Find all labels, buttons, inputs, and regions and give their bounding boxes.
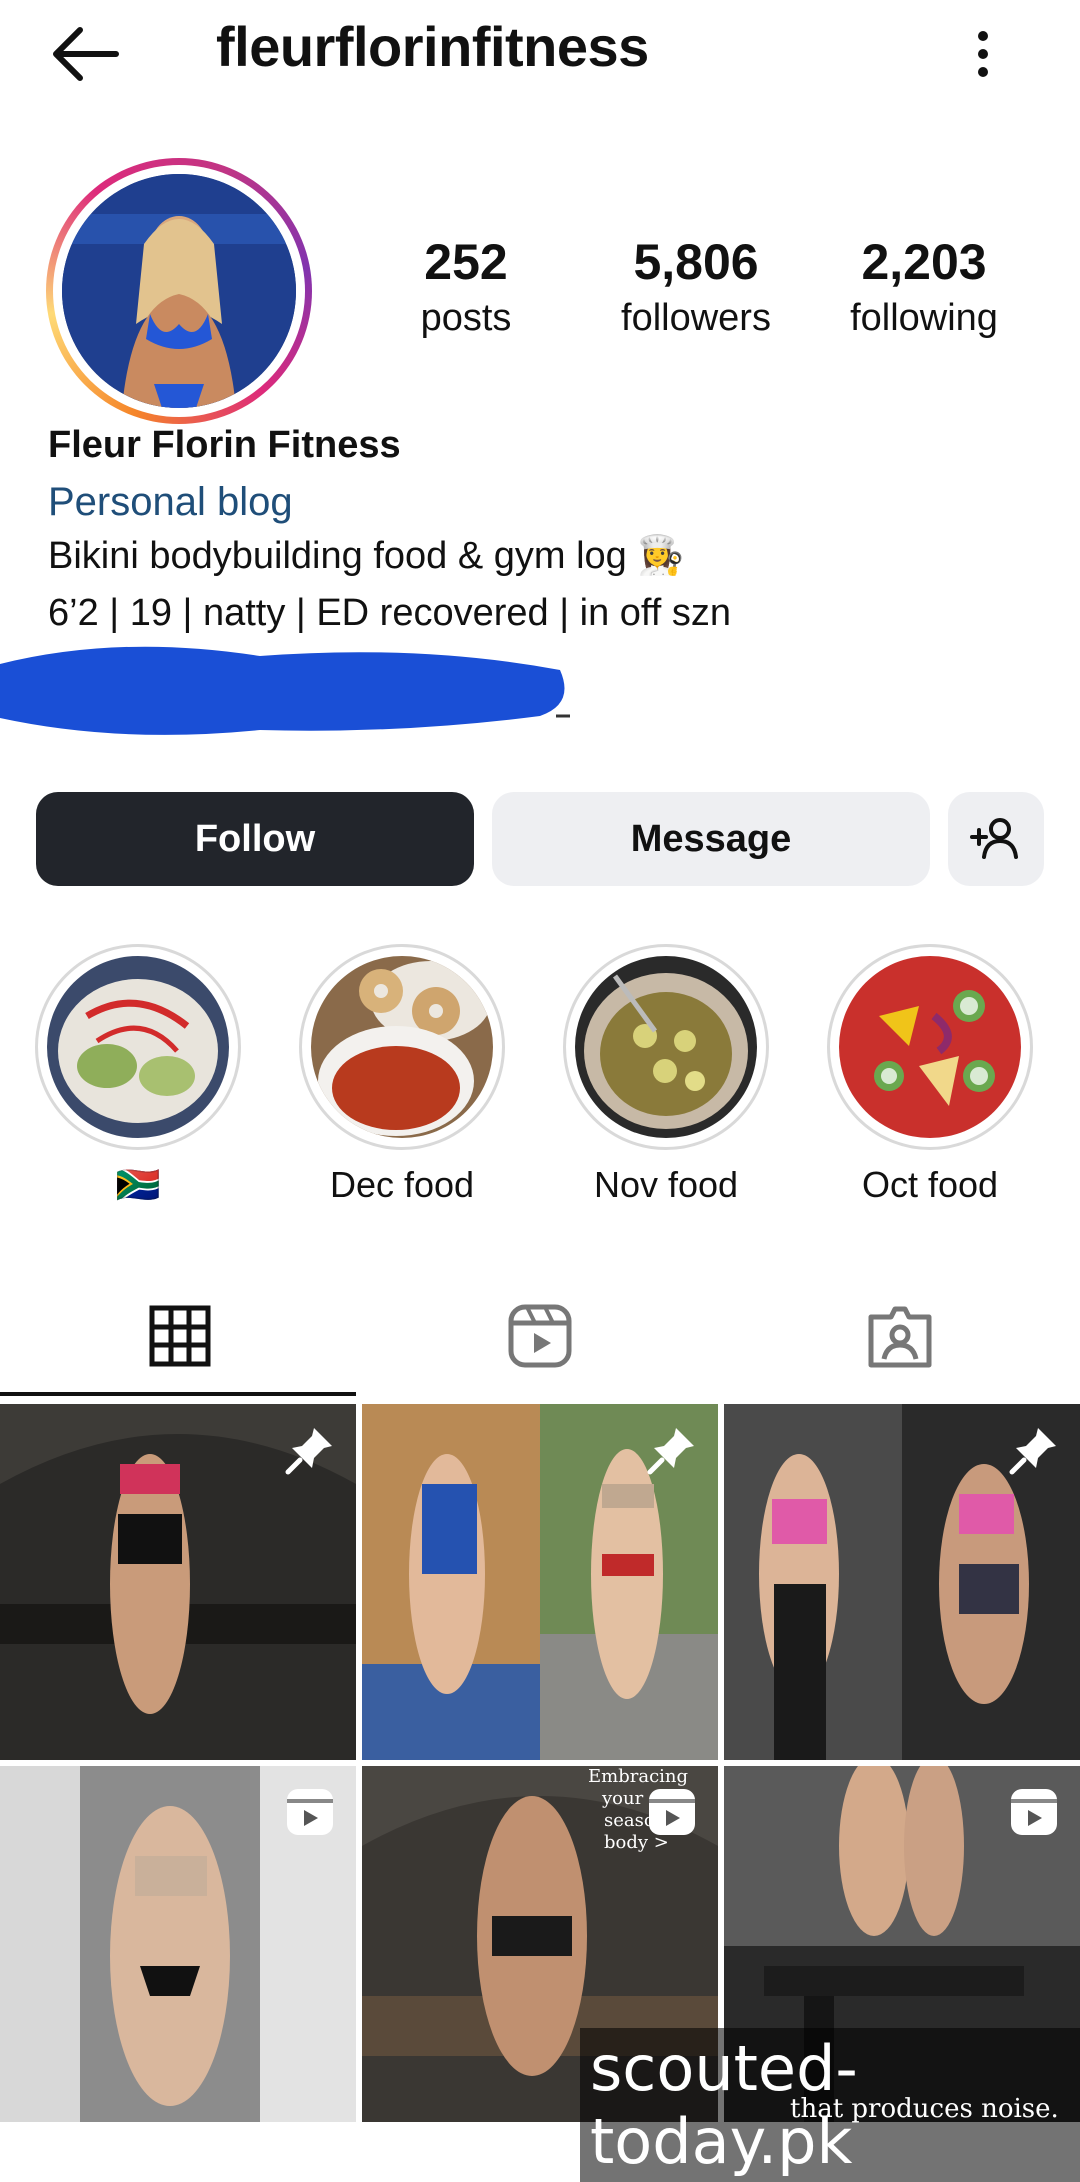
highlight-cover <box>839 956 1021 1138</box>
post-thumbnail[interactable] <box>0 1766 356 2122</box>
reels-icon <box>1011 1789 1057 1835</box>
message-button[interactable]: Message <box>492 792 930 886</box>
stat-followers-label: followers <box>621 297 771 339</box>
pin-icon <box>1009 1428 1056 1475</box>
tagged-icon <box>868 1306 932 1368</box>
profile-category: Personal blog <box>48 480 293 524</box>
avatar-photo <box>62 174 296 408</box>
stat-followers[interactable]: 5,806 followers <box>586 232 806 344</box>
arrow-left-icon[interactable] <box>46 24 126 84</box>
profile-bio-line-2: 6’2 | 19 | natty | ED recovered | in off… <box>48 592 732 634</box>
stat-followers-count: 5,806 <box>633 234 759 290</box>
profile-avatar[interactable] <box>46 158 312 424</box>
stat-posts-count: 252 <box>424 234 508 290</box>
post-caption-fragment: that produces noise. <box>790 2094 1059 2124</box>
post-thumbnail[interactable] <box>362 1404 718 1760</box>
pin-icon <box>647 1428 694 1475</box>
suggested-users-button[interactable] <box>948 792 1044 886</box>
grid-icon <box>149 1305 211 1367</box>
highlight-label: Dec food <box>329 1164 475 1205</box>
stat-posts-label: posts <box>420 297 512 339</box>
tab-reels[interactable] <box>360 1276 720 1396</box>
reels-icon <box>287 1789 333 1835</box>
profile-header: fleurflorinfitness <box>0 0 1080 110</box>
highlight-label: Oct food <box>861 1164 999 1205</box>
highlight-cover <box>575 956 757 1138</box>
profile-tabs <box>0 1276 1080 1396</box>
follow-button[interactable]: Follow <box>36 792 474 886</box>
highlight-cover <box>47 956 229 1138</box>
post-thumbnail[interactable] <box>724 1404 1080 1760</box>
profile-bio-line-1: Bikini bodybuilding food & gym log 👩‍🍳 <box>48 535 685 577</box>
highlight-item[interactable]: Nov food <box>563 944 769 1206</box>
post-thumbnail[interactable] <box>0 1404 356 1760</box>
profile-username: fleurflorinfitness <box>216 15 649 78</box>
reels-icon <box>649 1789 695 1835</box>
profile-display-name: Fleur Florin Fitness <box>48 424 401 466</box>
stat-following-count: 2,203 <box>861 234 987 290</box>
stat-following[interactable]: 2,203 following <box>814 232 1034 344</box>
highlight-item[interactable]: Dec food <box>299 944 505 1206</box>
reels-icon <box>508 1304 572 1368</box>
stat-following-label: following <box>850 297 998 339</box>
tab-tagged[interactable] <box>720 1276 1080 1396</box>
highlight-item[interactable]: 🇿🇦 <box>35 944 241 1206</box>
highlight-item[interactable]: Oct food <box>827 944 1033 1206</box>
person-add-icon <box>970 818 1018 859</box>
pin-icon <box>285 1428 332 1475</box>
stat-posts[interactable]: 252 posts <box>356 232 576 344</box>
post-overlay-text: Embracing <box>588 1766 688 1787</box>
redaction-scribble <box>0 646 570 735</box>
active-tab-indicator <box>0 1392 356 1396</box>
highlight-cover <box>311 956 493 1138</box>
tab-posts-grid[interactable] <box>0 1276 360 1396</box>
highlight-label: 🇿🇦 <box>115 1164 161 1205</box>
more-vertical-icon[interactable] <box>968 24 998 84</box>
highlight-label: Nov food <box>593 1164 739 1205</box>
